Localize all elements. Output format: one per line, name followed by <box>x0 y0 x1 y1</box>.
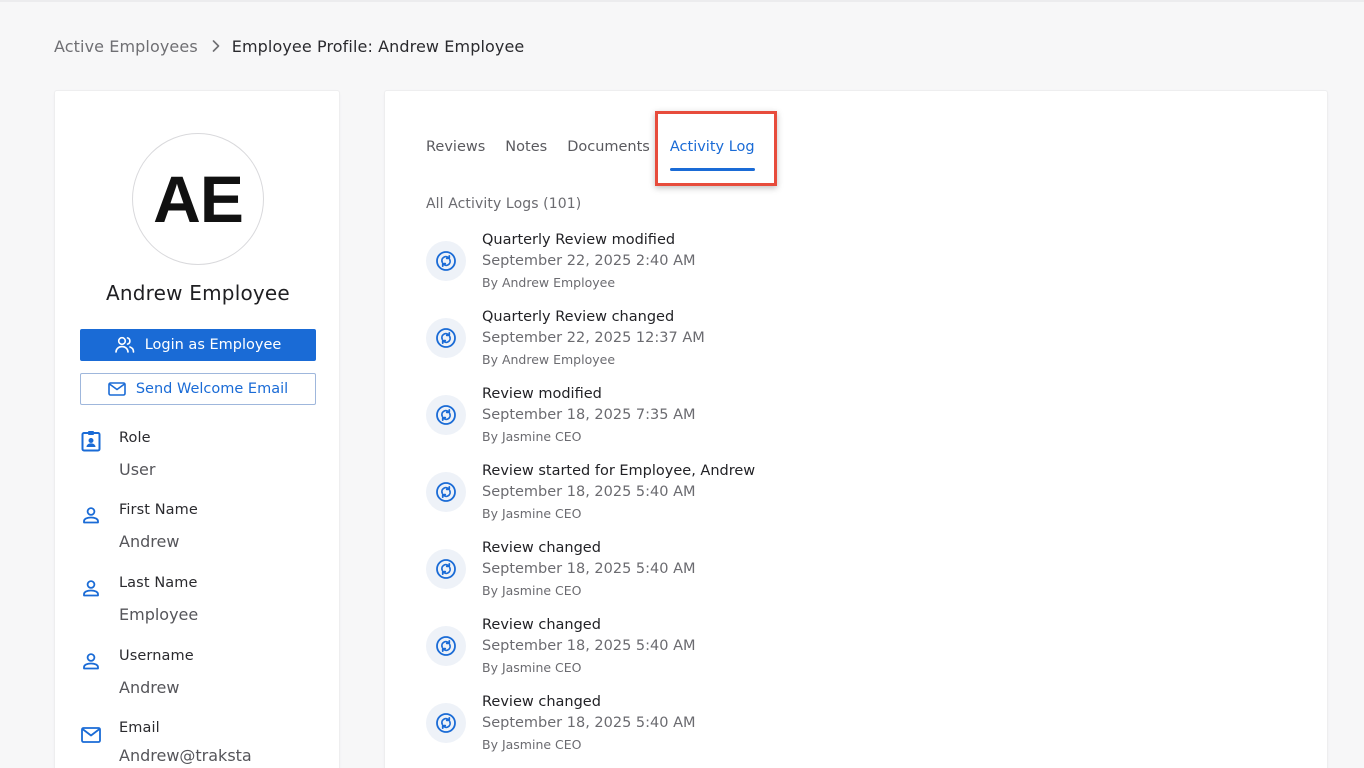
log-author: By Jasmine CEO <box>482 429 582 444</box>
sync-icon <box>426 626 466 666</box>
log-author: By Jasmine CEO <box>482 506 582 521</box>
badge-icon <box>80 430 102 452</box>
role-value: User <box>119 460 156 479</box>
person-icon <box>80 650 102 672</box>
login-as-employee-button[interactable]: Login as Employee <box>80 329 316 361</box>
tab-documents[interactable]: Documents <box>567 137 650 171</box>
list-item: Review started for Employee, Andrew Sept… <box>426 462 1226 539</box>
log-date: September 18, 2025 5:40 AM <box>482 561 696 577</box>
profile-tabs: Reviews Notes Documents Activity Log <box>426 137 755 171</box>
avatar: AE <box>132 133 264 265</box>
tab-reviews[interactable]: Reviews <box>426 137 485 171</box>
log-author: By Jasmine CEO <box>482 660 582 675</box>
list-item: Review modified September 18, 2025 7:35 … <box>426 385 1226 462</box>
tab-notes[interactable]: Notes <box>505 137 547 171</box>
mail-icon <box>108 382 126 396</box>
users-icon <box>114 336 135 354</box>
log-date: September 22, 2025 2:40 AM <box>482 253 696 269</box>
sync-icon <box>426 703 466 743</box>
log-date: September 18, 2025 5:40 AM <box>482 638 696 654</box>
log-title: Review changed <box>482 694 601 710</box>
first-name-value: Andrew <box>119 532 180 551</box>
activity-card: Reviews Notes Documents Activity Log All… <box>384 90 1328 768</box>
log-title: Review changed <box>482 617 601 633</box>
sync-icon <box>426 395 466 435</box>
sync-icon <box>426 241 466 281</box>
log-title: Review changed <box>482 540 601 556</box>
person-icon <box>80 577 102 599</box>
page-title: Employee Profile: Andrew Employee <box>231 36 525 56</box>
log-date: September 22, 2025 12:37 AM <box>482 330 705 346</box>
username-value: Andrew <box>119 678 180 697</box>
chevron-right-icon <box>212 40 220 52</box>
email-value: Andrew@traksta <box>119 746 252 765</box>
activity-log-list: Quarterly Review modified September 22, … <box>426 231 1226 768</box>
sync-icon <box>426 318 466 358</box>
list-item: Review changed September 18, 2025 5:40 A… <box>426 693 1226 768</box>
top-divider <box>0 0 1364 2</box>
mail-icon <box>80 724 102 746</box>
person-icon <box>80 504 102 526</box>
employee-name: Andrew Employee <box>106 281 290 305</box>
log-author: By Andrew Employee <box>482 275 616 290</box>
send-welcome-email-button[interactable]: Send Welcome Email <box>80 373 316 405</box>
breadcrumb-active-employees-link[interactable]: Active Employees <box>54 37 198 56</box>
log-date: September 18, 2025 5:40 AM <box>482 484 696 500</box>
log-author: By Andrew Employee <box>482 352 616 367</box>
log-title: Quarterly Review changed <box>482 309 675 325</box>
list-item: Review changed September 18, 2025 5:40 A… <box>426 616 1226 693</box>
log-title: Quarterly Review modified <box>482 232 676 248</box>
list-item: Review changed September 18, 2025 5:40 A… <box>426 539 1226 616</box>
list-item: Quarterly Review changed September 22, 2… <box>426 308 1226 385</box>
log-title: Review started for Employee, Andrew <box>482 463 756 479</box>
role-label: Role <box>119 430 151 446</box>
first-name-label: First Name <box>119 502 198 518</box>
profile-card: AE Andrew Employee Login as Employee Sen… <box>54 90 340 768</box>
log-date: September 18, 2025 5:40 AM <box>482 715 696 731</box>
log-author: By Jasmine CEO <box>482 737 582 752</box>
log-date: September 18, 2025 7:35 AM <box>482 407 696 423</box>
breadcrumb: Active Employees Employee Profile: Andre… <box>54 35 524 57</box>
login-as-employee-label: Login as Employee <box>144 337 282 353</box>
list-item: Quarterly Review modified September 22, … <box>426 231 1226 308</box>
tab-activity-log[interactable]: Activity Log <box>669 137 755 171</box>
log-title: Review modified <box>482 386 602 402</box>
last-name-label: Last Name <box>119 575 198 591</box>
log-author: By Jasmine CEO <box>482 583 582 598</box>
email-label: Email <box>119 720 160 736</box>
sync-icon <box>426 472 466 512</box>
activity-log-count: All Activity Logs (101) <box>426 196 582 212</box>
last-name-value: Employee <box>119 605 199 624</box>
send-welcome-email-label: Send Welcome Email <box>135 381 289 397</box>
username-label: Username <box>119 648 194 664</box>
sync-icon <box>426 549 466 589</box>
